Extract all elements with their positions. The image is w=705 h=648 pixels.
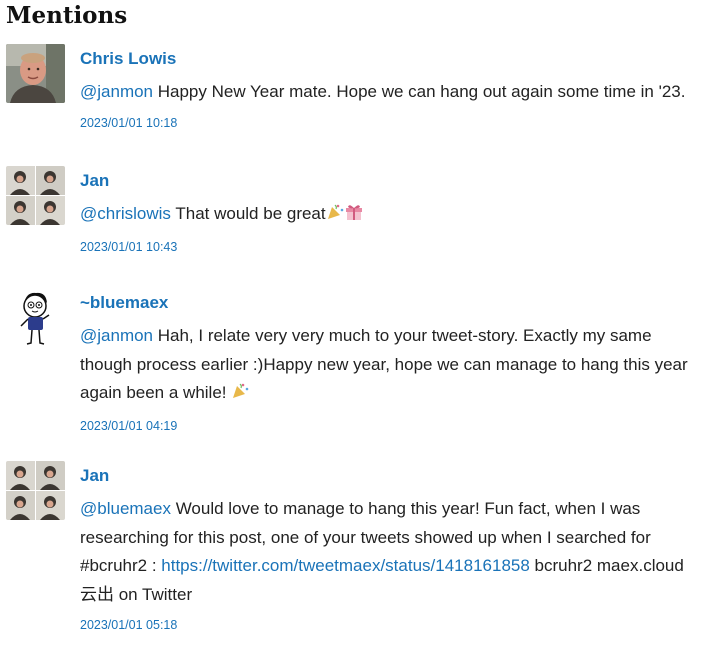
mention-date-link[interactable]: 2023/01/01 10:18 [80,116,700,130]
tweet-status-link[interactable]: https://twitter.com/tweetmaex/status/141… [161,556,530,575]
author-name[interactable]: Chris Lowis [80,49,700,69]
mention-handle-link[interactable]: @bluemaex [80,499,171,518]
mention-text: @janmon Hah, I relate very very much to … [80,322,700,410]
author-name[interactable]: Jan [80,466,700,486]
mention-date-link[interactable]: 2023/01/01 05:18 [80,618,700,632]
cartoon-character-icon [6,288,65,347]
mention-text: @bluemaex Would love to manage to hang t… [80,495,700,609]
party-popper-icon [231,381,249,410]
portrait-photo-icon [6,44,65,103]
mention-handle-link[interactable]: @janmon [80,326,153,345]
mentions-heading: Mentions [6,2,128,29]
party-popper-icon [326,202,344,231]
mention-body: That would be great [170,204,326,223]
author-name[interactable]: Jan [80,171,700,191]
mention-handle-link[interactable]: @janmon [80,82,153,101]
mention-date-link[interactable]: 2023/01/01 04:19 [80,419,700,433]
photo-grid-portrait-icon [6,461,65,520]
mention-body: Hah, I relate very very much to your twe… [80,326,688,402]
avatar[interactable] [6,288,65,347]
mention-text: @chrislowis That would be great [80,200,700,231]
mention-text: @janmon Happy New Year mate. Hope we can… [80,78,700,107]
photo-grid-portrait-icon [6,166,65,225]
mention-date-link[interactable]: 2023/01/01 10:43 [80,240,700,254]
gift-icon [344,202,364,231]
avatar[interactable] [6,461,65,520]
mention-body: Happy New Year mate. Hope we can hang ou… [153,82,686,101]
mention-handle-link[interactable]: @chrislowis [80,204,171,223]
avatar[interactable] [6,44,65,103]
avatar[interactable] [6,166,65,225]
author-name[interactable]: ~bluemaex [80,293,700,313]
